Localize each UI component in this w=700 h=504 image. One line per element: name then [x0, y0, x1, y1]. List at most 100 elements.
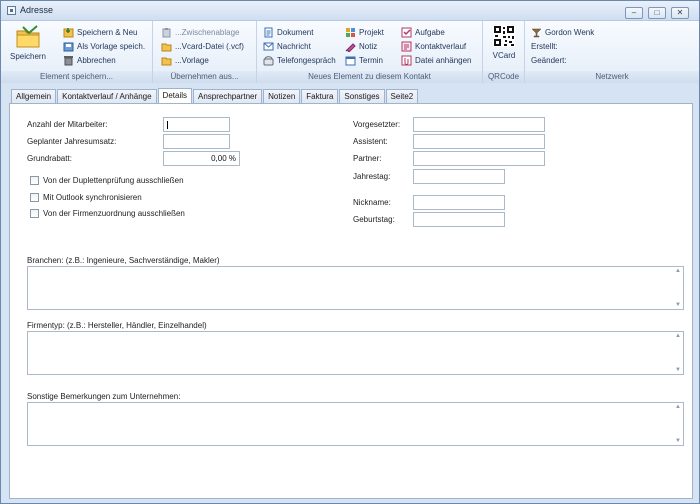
calendar-icon — [345, 55, 356, 66]
maximize-button[interactable]: □ — [648, 7, 666, 19]
user-icon — [531, 27, 542, 38]
new-document-button[interactable]: Dokument — [263, 26, 313, 38]
supervisor-label: Vorgesetzter: — [353, 120, 401, 129]
new-note-button[interactable]: Notiz — [345, 40, 377, 52]
new-phonecall-button[interactable]: Telefongespräch — [263, 54, 336, 66]
new-history-button[interactable]: Kontaktverlauf — [401, 40, 466, 52]
save-new-label: Speichern & Neu — [77, 27, 138, 37]
new-appointment-button[interactable]: Termin — [345, 54, 383, 66]
import-template-label: ...Vorlage — [175, 55, 209, 65]
note-icon — [345, 41, 356, 52]
exclude-company-assignment-checkbox[interactable]: Von der Firmenzuordnung ausschließen — [30, 209, 185, 218]
checkbox-box[interactable] — [30, 209, 39, 218]
cancel-button[interactable]: Abbrechen — [63, 54, 116, 66]
tab-notizen[interactable]: Notizen — [263, 89, 301, 103]
created-label: Erstellt: — [531, 41, 558, 51]
save-new-button[interactable]: Speichern & Neu — [63, 26, 137, 38]
industries-label: Branchen: (z.B.: Ingenieure, Sachverstän… — [27, 256, 220, 265]
save-template-label: Als Vorlage speich. — [77, 41, 146, 51]
sync-outlook-checkbox[interactable]: Mit Outlook synchronisieren — [30, 193, 142, 202]
document-icon — [263, 27, 274, 38]
message-icon — [263, 41, 274, 52]
group-new-element-label: Neues Element zu diesem Kontakt — [257, 71, 482, 83]
exclude-duplicate-check-checkbox[interactable]: Von der Duplettenprüfung ausschließen — [30, 176, 184, 185]
group-qrcode: VCard QRCode — [483, 21, 525, 83]
nickname-input[interactable] — [413, 195, 505, 210]
save-template-button[interactable]: Als Vorlage speich. — [63, 40, 145, 52]
title-bar: Adresse – □ ✕ — [1, 1, 699, 21]
new-document-label: Dokument — [277, 27, 314, 37]
scrollbar[interactable]: ▲ ▼ — [674, 332, 683, 374]
birthday-input[interactable] — [413, 212, 505, 227]
industries-textarea[interactable]: ▲ ▼ — [27, 266, 684, 310]
folder-open-icon — [161, 41, 172, 52]
tab-sonstiges[interactable]: Sonstiges — [339, 89, 385, 103]
close-button[interactable]: ✕ — [671, 7, 689, 19]
network-user-link[interactable]: Gordon Wenk — [531, 26, 594, 38]
employee-count-input[interactable] — [163, 117, 230, 132]
history-icon — [401, 41, 412, 52]
annual-revenue-input[interactable] — [163, 134, 230, 149]
new-appointment-label: Termin — [359, 55, 384, 65]
group-import: ...Zwischenablage ...Vcard-Datei (.vcf) … — [153, 21, 257, 83]
tab-allgemein[interactable]: Allgemein — [11, 89, 57, 103]
other-remarks-textarea[interactable]: ▲ ▼ — [27, 402, 684, 446]
tab-details[interactable]: Details — [157, 88, 192, 103]
project-icon — [345, 27, 356, 38]
address-window: Adresse – □ ✕ Speichern Speichern & Neu … — [0, 0, 700, 504]
group-qrcode-label: QRCode — [483, 71, 524, 83]
group-import-label: Übernehmen aus... — [153, 71, 256, 83]
new-history-label: Kontaktverlauf — [415, 41, 467, 51]
group-network-label: Netzwerk — [525, 71, 699, 83]
task-icon — [401, 27, 412, 38]
new-project-button[interactable]: Projekt — [345, 26, 384, 38]
group-network: Gordon Wenk Erstellt: Geändert: Netzwerk — [525, 21, 699, 83]
attach-file-button[interactable]: Datei anhängen — [401, 54, 472, 66]
folder-open-icon — [161, 55, 172, 66]
supervisor-input[interactable] — [413, 117, 545, 132]
save-button[interactable]: Speichern — [9, 25, 47, 67]
new-task-label: Aufgabe — [415, 27, 445, 37]
attach-icon — [401, 55, 412, 66]
vcard-qrcode-button[interactable]: VCard — [489, 25, 519, 65]
new-task-button[interactable]: Aufgabe — [401, 26, 445, 38]
company-type-label: Firmentyp: (z.B.: Hersteller, Händler, E… — [27, 321, 207, 330]
anniversary-input[interactable] — [413, 169, 505, 184]
scrollbar[interactable]: ▲ ▼ — [674, 403, 683, 445]
network-user-label: Gordon Wenk — [545, 27, 595, 37]
company-type-textarea[interactable]: ▲ ▼ — [27, 331, 684, 375]
assistant-input[interactable] — [413, 134, 545, 149]
scrollbar[interactable]: ▲ ▼ — [674, 267, 683, 309]
created-info: Erstellt: — [531, 40, 558, 52]
save-new-icon — [63, 27, 74, 38]
base-discount-input[interactable]: 0,00 % — [163, 151, 240, 166]
vcard-label: VCard — [492, 51, 516, 60]
new-message-button[interactable]: Nachricht — [263, 40, 311, 52]
details-panel: Anzahl der Mitarbeiter: Geplanter Jahres… — [9, 103, 693, 499]
group-save: Speichern Speichern & Neu Als Vorlage sp… — [1, 21, 153, 83]
partner-label: Partner: — [353, 154, 382, 163]
save-folder-icon — [16, 25, 40, 48]
cancel-label: Abbrechen — [77, 55, 116, 65]
checkbox-box[interactable] — [30, 193, 39, 202]
partner-input[interactable] — [413, 151, 545, 166]
checkbox-box[interactable] — [30, 176, 39, 185]
new-note-label: Notiz — [359, 41, 378, 51]
tab-seite2[interactable]: Seite2 — [385, 89, 419, 103]
base-discount-label: Grundrabatt: — [27, 154, 72, 163]
phone-icon — [263, 55, 274, 66]
exclude-company-assignment-label: Von der Firmenzuordnung ausschließen — [43, 209, 185, 218]
group-save-label: Element speichern... — [1, 71, 152, 83]
tab-kontaktverlauf[interactable]: Kontaktverlauf / Anhänge — [57, 89, 157, 103]
tab-faktura[interactable]: Faktura — [301, 89, 339, 103]
tab-strip: Allgemein Kontaktverlauf / Anhänge Detai… — [11, 88, 419, 103]
ribbon: Speichern Speichern & Neu Als Vorlage sp… — [1, 21, 699, 83]
minimize-button[interactable]: – — [625, 7, 643, 19]
import-vcard-button[interactable]: ...Vcard-Datei (.vcf) — [161, 40, 244, 52]
import-template-button[interactable]: ...Vorlage — [161, 54, 209, 66]
sync-outlook-label: Mit Outlook synchronisieren — [43, 193, 142, 202]
tab-ansprechpartner[interactable]: Ansprechpartner — [193, 89, 263, 103]
import-vcard-label: ...Vcard-Datei (.vcf) — [175, 41, 244, 51]
modified-info: Geändert: — [531, 54, 567, 66]
import-clipboard-button[interactable]: ...Zwischenablage — [161, 26, 239, 38]
